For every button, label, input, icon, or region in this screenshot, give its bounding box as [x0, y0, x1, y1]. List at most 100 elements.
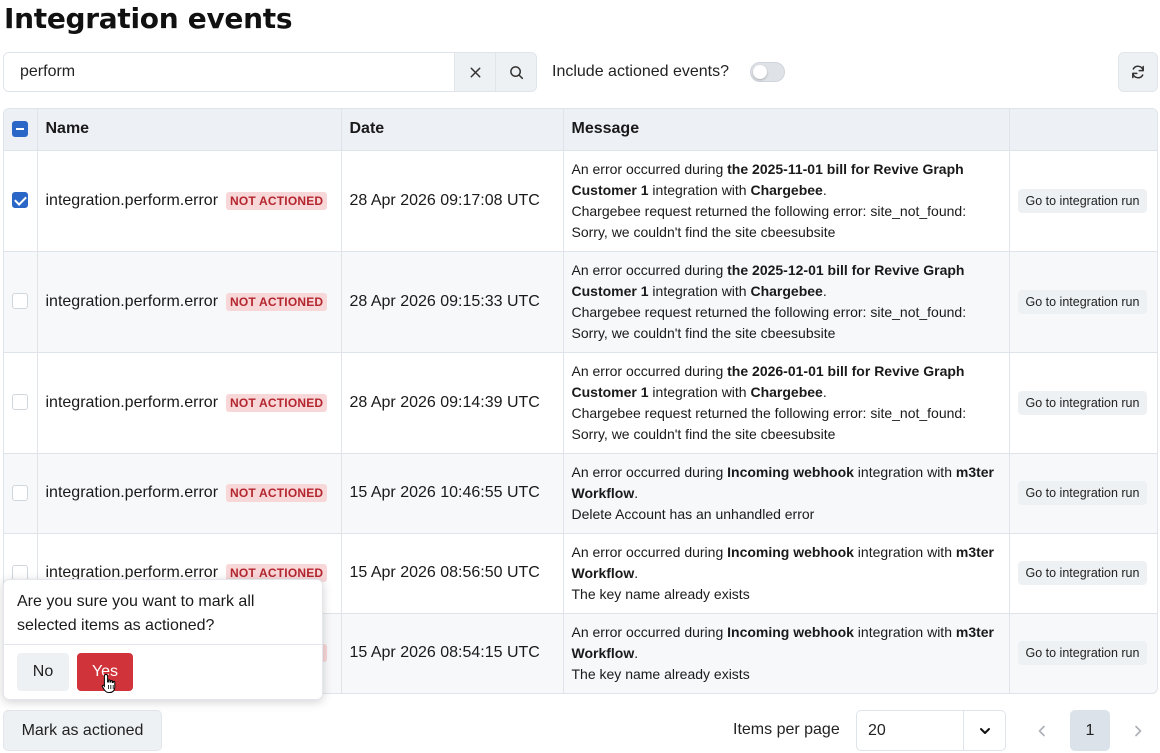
message-prefix: An error occurred during [571, 362, 728, 379]
action-cell: Go to integration run [1009, 251, 1157, 353]
go-to-integration-run-button[interactable]: Go to integration run [1017, 390, 1148, 415]
action-cell: Go to integration run [1009, 533, 1157, 614]
row-checkbox[interactable] [12, 394, 29, 411]
event-message-cell: An error occurred during Incoming webhoo… [563, 533, 1010, 614]
previous-page-button[interactable] [1022, 710, 1062, 751]
message-suffix: . [634, 564, 639, 581]
event-message: An error occurred during the 2025-12-01 … [572, 254, 1001, 350]
chevron-down-icon [963, 711, 1005, 750]
event-message-cell: An error occurred during Incoming webhoo… [563, 453, 1010, 534]
event-date: 28 Apr 2026 09:17:08 UTC [341, 150, 564, 252]
message-detail: Chargebee request returned the following… [571, 303, 967, 341]
message-mid: integration with [648, 282, 751, 299]
confirm-question: Are you sure you want to mark all select… [4, 580, 322, 645]
search-input[interactable] [4, 53, 454, 91]
message-mid: integration with [853, 543, 956, 560]
message-detail: Chargebee request returned the following… [571, 202, 967, 240]
action-cell: Go to integration run [1009, 453, 1157, 534]
table-row: integration.perform.error NOT ACTIONED 15 … [4, 453, 1157, 534]
close-icon [470, 67, 480, 77]
next-page-button[interactable] [1118, 710, 1158, 751]
status-badge: NOT ACTIONED [226, 191, 328, 210]
event-name-cell: integration.perform.error NOT ACTIONED [37, 453, 342, 534]
select-all-checkbox[interactable] [12, 121, 29, 138]
hand-cursor-icon [101, 673, 116, 693]
message-system: Chargebee [750, 181, 823, 198]
chevron-right-icon [1135, 725, 1142, 736]
row-checkbox[interactable] [12, 484, 29, 501]
action-cell: Go to integration run [1009, 150, 1157, 252]
go-to-integration-run-button[interactable]: Go to integration run [1017, 481, 1148, 505]
select-all-cell [4, 109, 38, 151]
message-suffix: . [822, 282, 827, 299]
search-icon [509, 65, 523, 79]
mark-as-actioned-button[interactable]: Mark as actioned [3, 710, 162, 751]
event-name-cell: integration.perform.error NOT ACTIONED [37, 352, 342, 454]
event-date: 15 Apr 2026 10:46:55 UTC [341, 453, 564, 534]
message-prefix: An error occurred during [571, 623, 728, 640]
action-cell: Go to integration run [1009, 613, 1157, 693]
event-message-cell: An error occurred during Incoming webhoo… [563, 613, 1010, 693]
event-message: An error occurred during the 2025-11-01 … [572, 153, 1001, 249]
message-mid: integration with [648, 181, 751, 198]
event-name: integration.perform.error [45, 191, 219, 209]
row-checkbox-cell [4, 453, 38, 534]
row-checkbox[interactable] [12, 293, 29, 310]
items-per-page-value: 20 [868, 721, 886, 739]
column-header-date: Date [341, 109, 564, 151]
message-suffix: . [822, 383, 827, 400]
items-per-page-label: Items per page [733, 721, 840, 738]
items-per-page-select[interactable]: 20 [856, 710, 1006, 751]
go-to-integration-run-button[interactable]: Go to integration run [1017, 188, 1148, 213]
table-row: integration.perform.error NOT ACTIONED 28 … [4, 251, 1157, 353]
table-row: integration.perform.error NOT ACTIONED 28 … [4, 352, 1157, 454]
row-checkbox-cell [4, 150, 38, 252]
row-checkbox[interactable] [12, 192, 29, 209]
go-to-integration-run-button[interactable]: Go to integration run [1017, 289, 1148, 314]
chevron-left-icon [1038, 725, 1045, 736]
confirm-no-button[interactable]: No [17, 653, 69, 691]
event-message: An error occurred during Incoming webhoo… [572, 456, 1001, 531]
go-to-integration-run-button[interactable]: Go to integration run [1017, 641, 1148, 665]
event-name: integration.perform.error [45, 484, 219, 501]
page-title: Integration events [4, 2, 293, 35]
row-checkbox-cell [4, 251, 38, 353]
search-box [3, 52, 537, 92]
message-prefix: An error occurred during [571, 543, 728, 560]
message-suffix: . [634, 644, 639, 661]
message-prefix: An error occurred during [571, 463, 728, 480]
event-name: integration.perform.error [45, 393, 219, 411]
message-system: Chargebee [750, 383, 823, 400]
event-message: An error occurred during Incoming webhoo… [572, 536, 1001, 611]
search-button[interactable] [495, 53, 536, 91]
column-header-actions [1009, 109, 1157, 151]
column-header-message: Message [563, 109, 1010, 151]
event-message-cell: An error occurred during the 2026-01-01 … [563, 352, 1010, 454]
include-actioned-toggle[interactable] [750, 62, 785, 82]
row-checkbox-cell [4, 352, 38, 454]
message-suffix: . [634, 484, 639, 501]
refresh-button[interactable] [1118, 52, 1158, 92]
event-date: 15 Apr 2026 08:56:50 UTC [341, 533, 564, 614]
status-badge: NOT ACTIONED [226, 393, 328, 412]
event-name-cell: integration.perform.error NOT ACTIONED [37, 150, 342, 252]
message-subject: Incoming webhook [727, 463, 854, 480]
message-mid: integration with [648, 383, 751, 400]
clear-search-button[interactable] [454, 53, 495, 91]
message-detail: The key name already exists [571, 585, 750, 602]
message-detail: The key name already exists [571, 665, 750, 682]
toggle-knob [753, 65, 767, 79]
message-detail: Chargebee request returned the following… [571, 404, 967, 442]
go-to-integration-run-button[interactable]: Go to integration run [1017, 561, 1148, 585]
event-message: An error occurred during the 2026-01-01 … [572, 355, 1001, 451]
event-name-cell: integration.perform.error NOT ACTIONED [37, 251, 342, 353]
status-badge: NOT ACTIONED [226, 484, 328, 502]
message-mid: integration with [853, 623, 956, 640]
event-message-cell: An error occurred during the 2025-11-01 … [563, 150, 1010, 252]
table-row: integration.perform.error NOT ACTIONED 28 … [4, 150, 1157, 252]
event-date: 15 Apr 2026 08:54:15 UTC [341, 613, 564, 693]
page-button-current[interactable]: 1 [1070, 710, 1110, 751]
include-actioned-label: Include actioned events? [552, 63, 730, 80]
event-name: integration.perform.error [45, 292, 219, 310]
status-badge: NOT ACTIONED [226, 292, 328, 311]
